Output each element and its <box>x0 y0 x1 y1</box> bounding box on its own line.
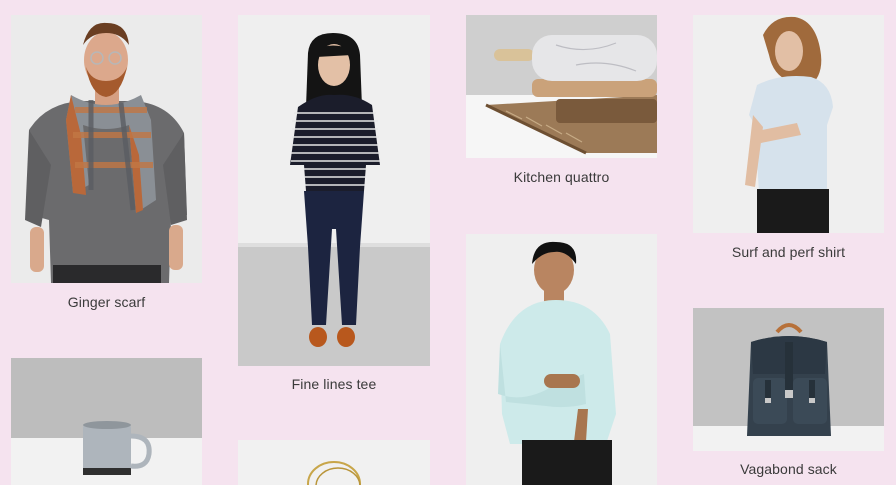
product-card-fine-lines-tee[interactable]: Fine lines tee <box>238 15 430 397</box>
product-card-sweater[interactable] <box>466 234 657 485</box>
ginger-scarf-image <box>11 15 202 283</box>
product-name: Surf and perf shirt <box>731 244 846 260</box>
surf-and-perf-shirt-image <box>693 15 884 233</box>
kitchen-quattro-image <box>466 15 657 158</box>
sweater-image <box>466 234 657 485</box>
product-name: Vagabond sack <box>740 461 837 477</box>
fine-lines-tee-image <box>238 15 430 366</box>
product-name: Ginger scarf <box>67 294 146 310</box>
product-card-surf-and-perf-shirt[interactable]: Surf and perf shirt <box>693 15 884 265</box>
product-card-vagabond-sack[interactable]: Vagabond sack <box>693 308 884 485</box>
mug-image <box>11 358 202 485</box>
product-card-mug[interactable] <box>11 358 202 485</box>
product-card-jewelry[interactable] <box>238 440 430 485</box>
product-name: Kitchen quattro <box>513 169 610 185</box>
product-card-kitchen-quattro[interactable]: Kitchen quattro <box>466 15 657 191</box>
product-name: Fine lines tee <box>291 376 377 392</box>
vagabond-sack-image <box>693 308 884 451</box>
product-card-ginger-scarf[interactable]: Ginger scarf <box>11 15 202 315</box>
jewelry-image <box>238 440 430 485</box>
